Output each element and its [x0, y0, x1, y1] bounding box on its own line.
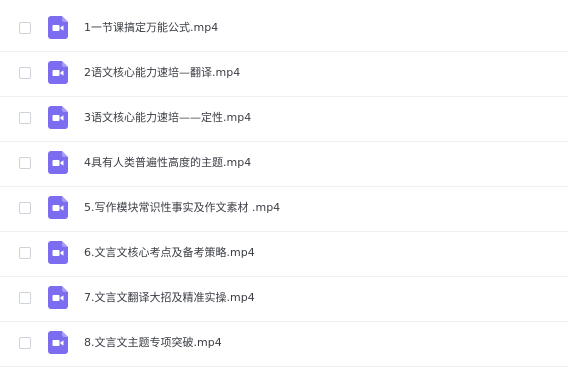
file-name[interactable]: 1一节课搞定万能公式.mp4: [84, 20, 218, 36]
select-checkbox[interactable]: [19, 22, 31, 34]
file-row[interactable]: 3语文核心能力速培——定性.mp4: [0, 97, 568, 142]
file-row[interactable]: 4具有人类普遍性高度的主题.mp4: [0, 142, 568, 187]
video-file-icon: [48, 286, 68, 309]
file-list: 1一节课搞定万能公式.mp4 2语文核心能力速培—翻译.mp4 3语文核心能力速…: [0, 0, 568, 381]
file-row[interactable]: 6.文言文核心考点及备考策略.mp4: [0, 232, 568, 277]
select-checkbox[interactable]: [19, 337, 31, 349]
file-row[interactable]: 2语文核心能力速培—翻译.mp4: [0, 52, 568, 97]
select-checkbox[interactable]: [19, 112, 31, 124]
video-file-icon: [48, 61, 68, 84]
file-row[interactable]: 7.文言文翻译大招及精准实操.mp4: [0, 277, 568, 322]
file-name[interactable]: 2语文核心能力速培—翻译.mp4: [84, 65, 240, 81]
video-file-icon: [48, 241, 68, 264]
video-file-icon: [48, 16, 68, 39]
file-row[interactable]: 1一节课搞定万能公式.mp4: [0, 7, 568, 52]
video-file-icon: [48, 331, 68, 354]
file-name[interactable]: 8.文言文主题专项突破.mp4: [84, 335, 222, 351]
file-name[interactable]: 4具有人类普遍性高度的主题.mp4: [84, 155, 251, 171]
select-checkbox[interactable]: [19, 202, 31, 214]
file-name[interactable]: 3语文核心能力速培——定性.mp4: [84, 110, 251, 126]
video-file-icon: [48, 106, 68, 129]
select-checkbox[interactable]: [19, 292, 31, 304]
video-file-icon: [48, 196, 68, 219]
select-checkbox[interactable]: [19, 67, 31, 79]
file-row[interactable]: 8.文言文主题专项突破.mp4: [0, 322, 568, 367]
file-name[interactable]: 6.文言文核心考点及备考策略.mp4: [84, 245, 255, 261]
select-checkbox[interactable]: [19, 157, 31, 169]
file-row[interactable]: 5.写作模块常识性事实及作文素材 .mp4: [0, 187, 568, 232]
file-name[interactable]: 7.文言文翻译大招及精准实操.mp4: [84, 290, 255, 306]
file-name[interactable]: 5.写作模块常识性事实及作文素材 .mp4: [84, 200, 280, 216]
video-file-icon: [48, 151, 68, 174]
select-checkbox[interactable]: [19, 247, 31, 259]
